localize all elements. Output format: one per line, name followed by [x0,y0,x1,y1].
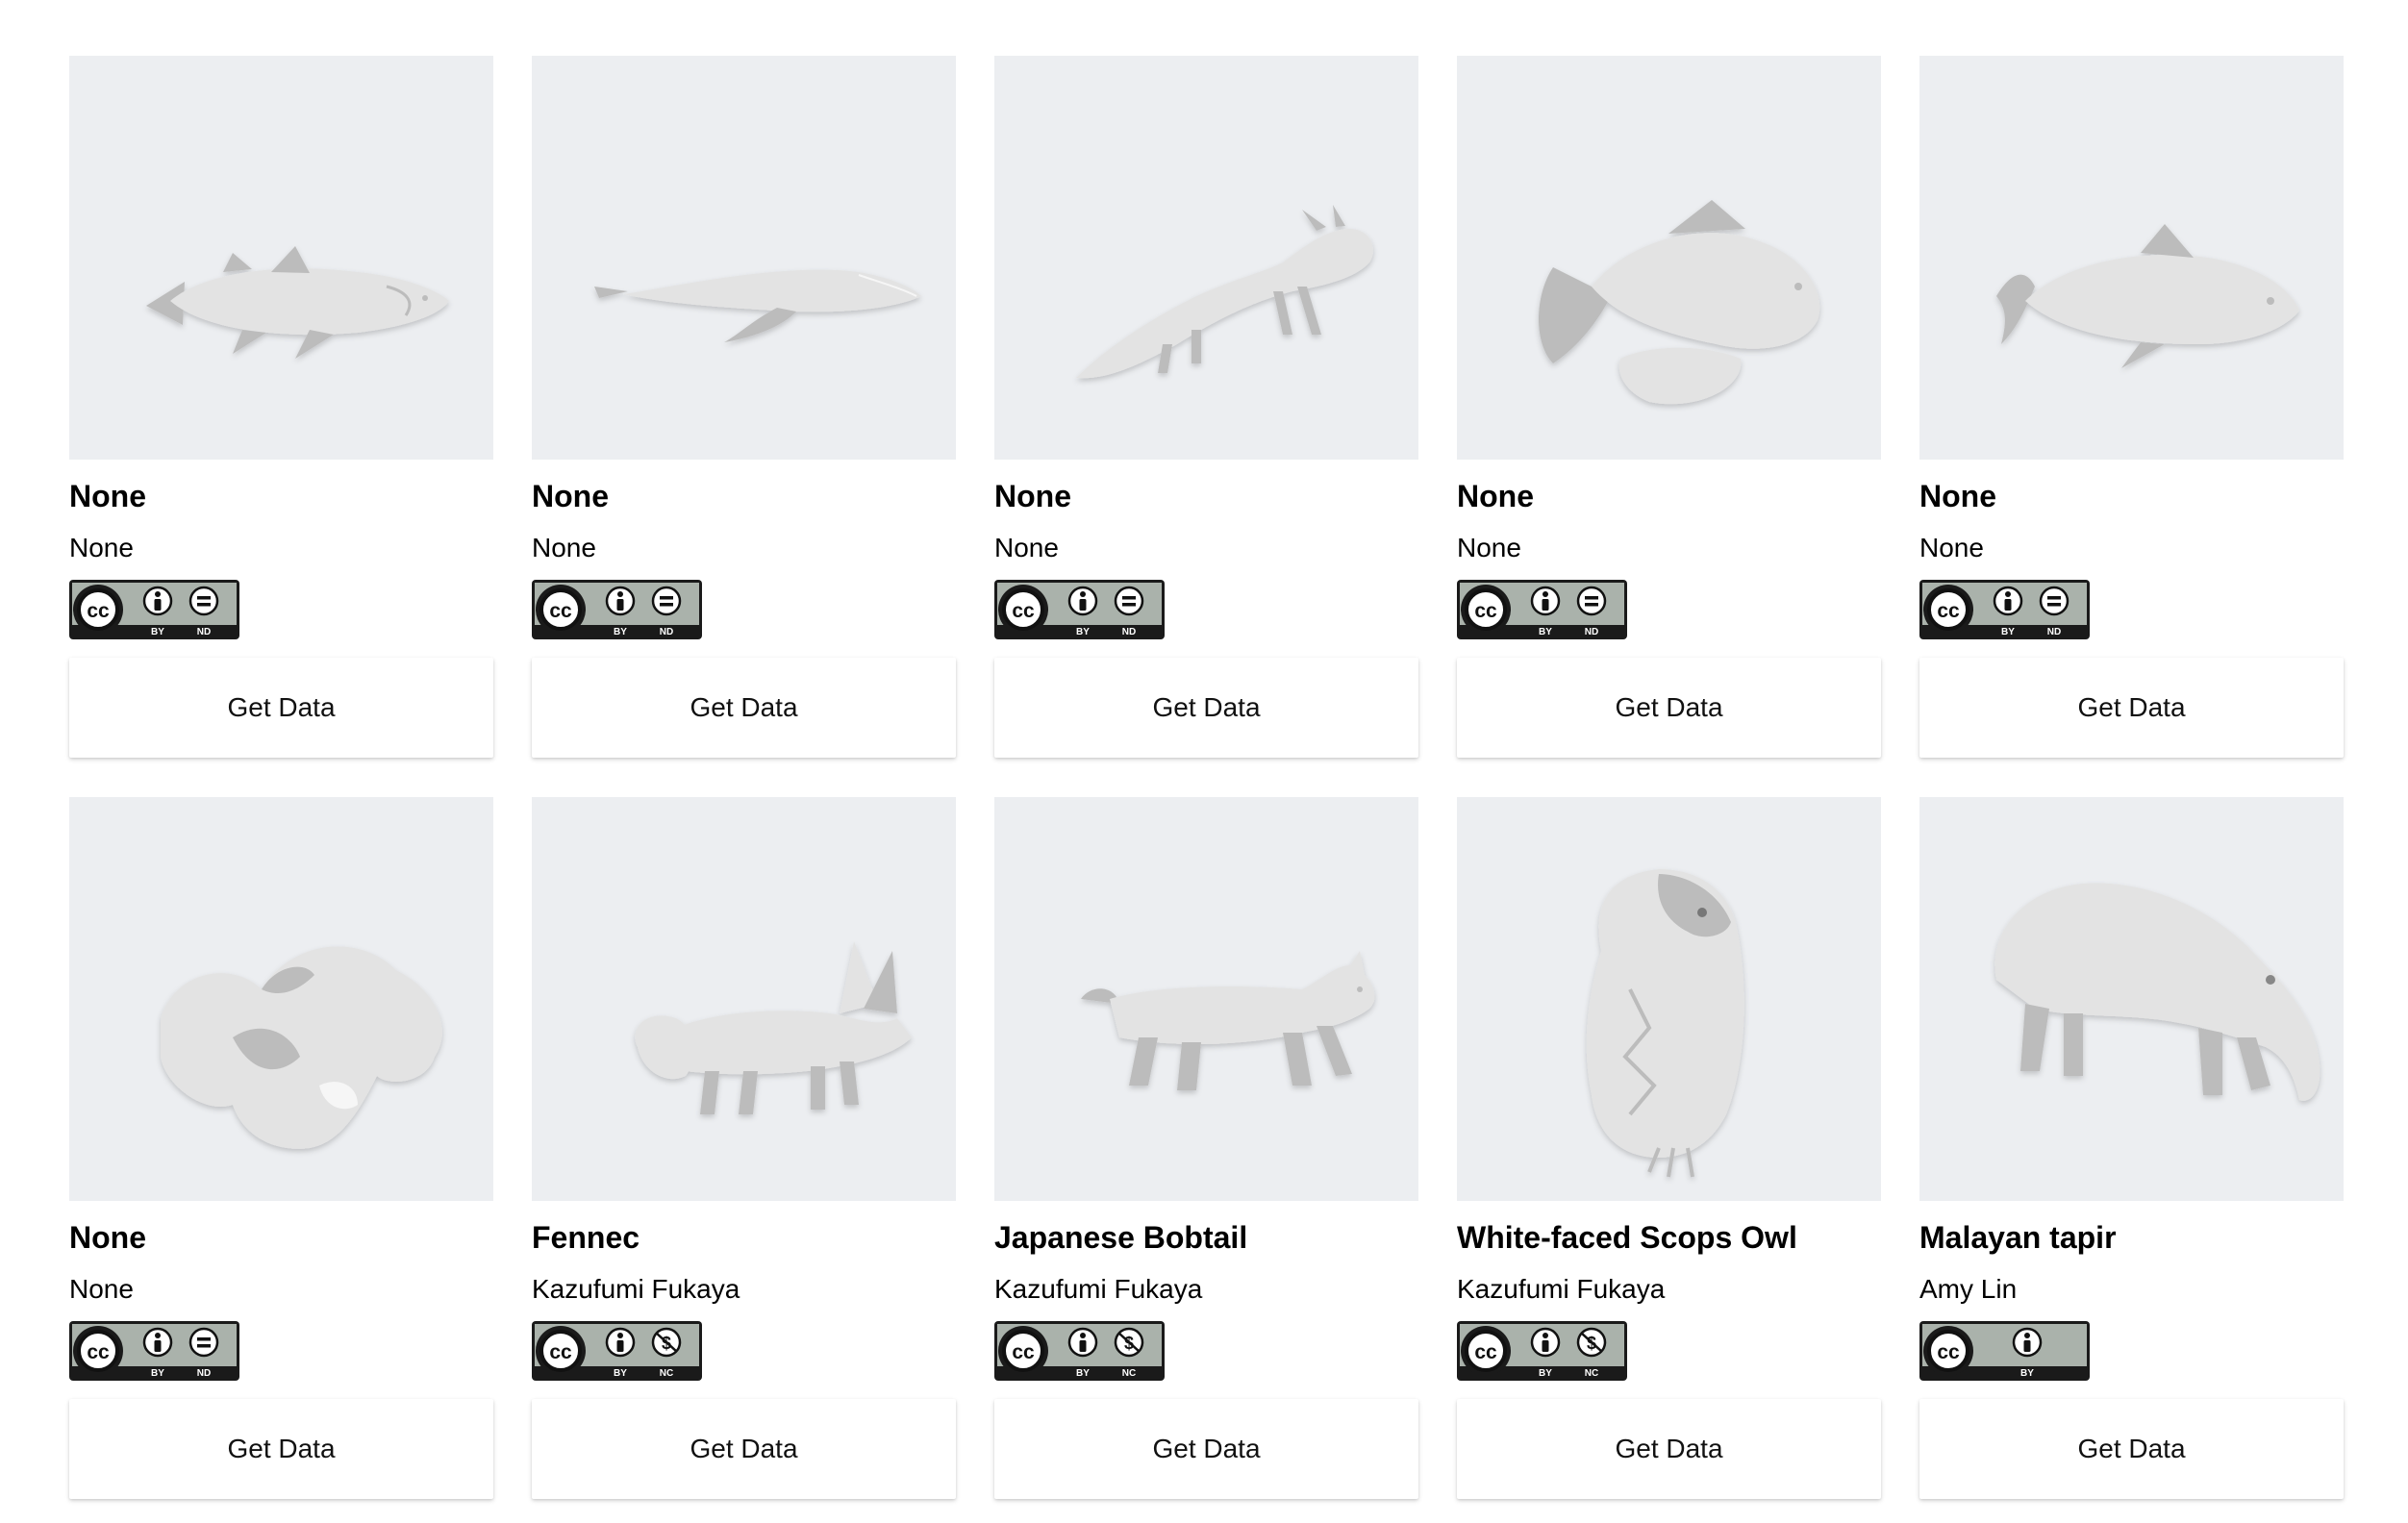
model-card: None None cc BY ND Get Data [994,56,1418,759]
license-badge-icon[interactable]: cc $ BYNC [994,1321,1165,1381]
badge-label: BY [151,1368,164,1379]
license-badge-icon[interactable]: cc $ BYNC [532,1321,702,1381]
get-data-button[interactable]: Get Data [1457,1399,1881,1499]
license-badge-icon[interactable]: cc $ BYNC [1457,1321,1627,1381]
model-author: None [532,533,596,562]
model-author: None [69,1274,134,1304]
model-author: None [994,533,1059,562]
model-title: Fennec [532,1220,640,1255]
badge-label: ND [660,627,673,637]
svg-text:cc: cc [87,1341,110,1363]
license-badge-icon[interactable]: cc BY ND [532,580,702,639]
license-badge-icon[interactable]: cc BY ND [1457,580,1627,639]
model-thumbnail[interactable] [1919,797,2344,1201]
model-thumbnail[interactable] [69,797,493,1201]
model-card: Japanese Bobtail Kazufumi Fukaya cc $ BY… [994,797,1418,1500]
model-title: None [994,479,1071,513]
badge-label: BY [1539,627,1552,637]
model-thumbnail[interactable] [532,56,956,460]
badge-label: NC [660,1368,673,1379]
model-title: None [532,479,609,513]
badge-label: NC [1585,1368,1598,1379]
model-author: None [1457,533,1521,562]
model-card: Malayan tapir Amy Lin cc BY Get Data [1919,797,2344,1500]
model-author: Kazufumi Fukaya [532,1274,740,1304]
badge-label: ND [2047,627,2061,637]
license-badge-icon[interactable]: cc BY ND [1919,580,2090,639]
badge-label: BY [1076,1368,1090,1379]
get-data-button[interactable]: Get Data [1457,658,1881,758]
svg-text:cc: cc [1937,1341,1960,1363]
svg-text:cc: cc [549,1341,572,1363]
model-thumbnail[interactable] [69,56,493,460]
model-thumbnail[interactable] [994,56,1418,460]
badge-label: BY [151,627,164,637]
get-data-button[interactable]: Get Data [994,658,1418,758]
model-card: None None cc BY ND Get Data [532,56,956,759]
badge-label: NC [1122,1368,1136,1379]
model-thumbnail[interactable] [994,797,1418,1201]
svg-text:cc: cc [1474,1341,1497,1363]
badge-label: BY [1539,1368,1552,1379]
model-title: White-faced Scops Owl [1457,1220,1797,1255]
badge-label: BY [614,1368,627,1379]
badge-label: ND [1585,627,1598,637]
badge-label: ND [197,627,211,637]
model-title: Japanese Bobtail [994,1220,1248,1255]
model-title: Malayan tapir [1919,1220,2117,1255]
model-card: Fennec Kazufumi Fukaya cc $ BYNC Get Dat… [532,797,956,1500]
get-data-button[interactable]: Get Data [1919,658,2344,758]
model-card: None None cc BY ND Get Data [69,56,493,759]
get-data-button[interactable]: Get Data [532,1399,956,1499]
license-badge-icon[interactable]: cc BY ND [69,1321,239,1381]
model-title: None [1457,479,1534,513]
get-data-button[interactable]: Get Data [69,1399,493,1499]
svg-text:cc: cc [1012,1341,1035,1363]
svg-text:cc: cc [87,600,110,622]
svg-text:cc: cc [1012,600,1035,622]
svg-text:cc: cc [549,600,572,622]
license-badge-icon[interactable]: cc BY [1919,1321,2090,1381]
model-title: None [1919,479,1996,513]
badge-label: BY [614,627,627,637]
model-thumbnail[interactable] [1457,56,1881,460]
badge-label: BY [1076,627,1090,637]
badge-label: ND [197,1368,211,1379]
model-thumbnail[interactable] [532,797,956,1201]
svg-text:cc: cc [1937,600,1960,622]
model-card: None None cc BY ND Get Data [1457,56,1881,759]
svg-text:cc: cc [1474,600,1497,622]
model-title: None [69,479,146,513]
model-thumbnail[interactable] [1919,56,2344,460]
model-card: None None cc BY ND Get Data [1919,56,2344,759]
get-data-button[interactable]: Get Data [994,1399,1418,1499]
get-data-button[interactable]: Get Data [532,658,956,758]
license-badge-icon[interactable]: cc BY ND [994,580,1165,639]
badge-label: BY [2020,1368,2034,1379]
badge-label: BY [2001,627,2015,637]
model-title: None [69,1220,146,1255]
get-data-button[interactable]: Get Data [69,658,493,758]
model-grid: None None cc BY ND Get Data None None cc… [69,56,2344,1500]
model-author: None [1919,533,1984,562]
model-card: None None cc BY ND Get Data [69,797,493,1500]
model-author: Kazufumi Fukaya [1457,1274,1666,1304]
badge-label: ND [1122,627,1136,637]
get-data-button[interactable]: Get Data [1919,1399,2344,1499]
model-author: Amy Lin [1919,1274,2018,1304]
model-card: White-faced Scops Owl Kazufumi Fukaya cc… [1457,797,1881,1500]
model-author: Kazufumi Fukaya [994,1274,1203,1304]
model-thumbnail[interactable] [1457,797,1881,1201]
model-author: None [69,533,134,562]
license-badge-icon[interactable]: cc BY ND [69,580,239,639]
